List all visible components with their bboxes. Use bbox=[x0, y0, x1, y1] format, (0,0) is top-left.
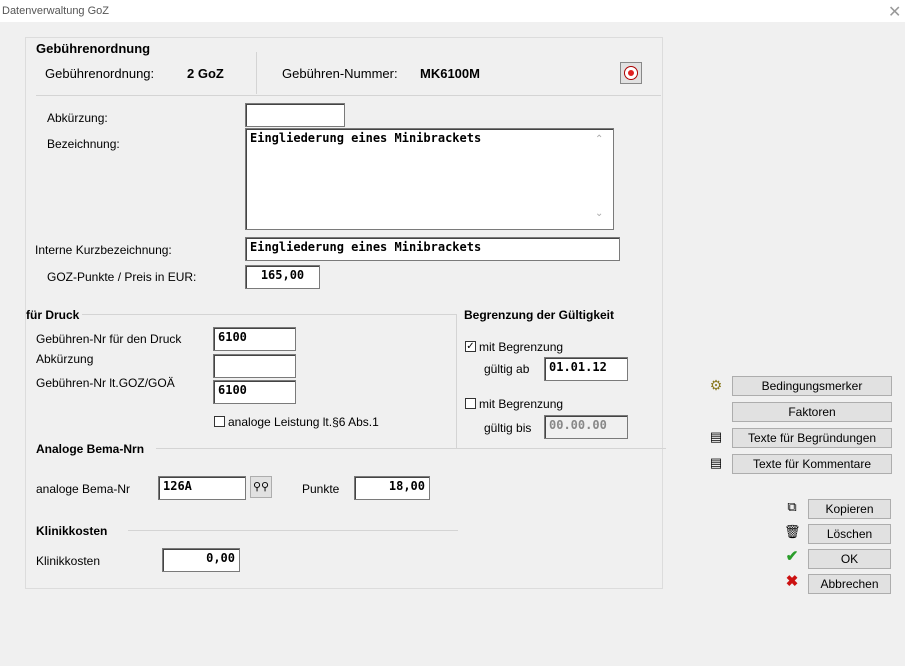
copy-icon: ⧉ bbox=[787, 499, 797, 514]
bema-punkte-label: Punkte bbox=[302, 482, 340, 496]
mit-begrenzung-ab-checkbox[interactable]: ✓ bbox=[465, 341, 476, 352]
gebuehren-nummer-value: MK6100M bbox=[420, 66, 480, 81]
bema-nr-label: analoge Bema-Nr bbox=[36, 482, 131, 496]
goz-goae-label: Gebühren-Nr lt.GOZ/GOÄ bbox=[36, 376, 175, 390]
bedingungsmerker-button[interactable]: Bedingungsmerker bbox=[732, 376, 892, 396]
loeschen-button[interactable]: Löschen bbox=[808, 524, 891, 544]
close-icon[interactable]: ✕ bbox=[888, 2, 901, 22]
bema-punkte-input[interactable]: 18,00 bbox=[354, 476, 430, 500]
kopieren-button[interactable]: Kopieren bbox=[808, 499, 891, 519]
gears-icon: ⚙ bbox=[709, 377, 723, 393]
section-title-druck: für Druck bbox=[26, 308, 80, 322]
bema-search-button[interactable]: ⚲⚲ bbox=[250, 476, 272, 498]
goz-punkte-label: GOZ-Punkte / Preis in EUR: bbox=[47, 270, 197, 284]
divider bbox=[156, 448, 456, 449]
section-title-klinik: Klinikkosten bbox=[36, 524, 108, 538]
bezeichnung-label: Bezeichnung: bbox=[47, 137, 120, 151]
binoculars-icon: ⚲⚲ bbox=[252, 481, 270, 493]
mit-begrenzung-ab-label: mit Begrenzung bbox=[479, 340, 564, 354]
divider bbox=[36, 95, 661, 96]
gebuehrenordnung-label: Gebührenordnung: bbox=[45, 66, 155, 81]
analoge-leistung-checkbox[interactable] bbox=[214, 416, 225, 427]
kommentare-button[interactable]: Texte für Kommentare bbox=[732, 454, 892, 474]
analoge-leistung-label: analoge Leistung lt.§6 Abs.1 bbox=[228, 415, 379, 429]
scroll-down-icon[interactable]: ⌄ bbox=[595, 208, 603, 219]
begruendungen-button[interactable]: Texte für Begründungen bbox=[732, 428, 892, 448]
cancel-icon: ✖ bbox=[785, 573, 799, 590]
document-icon: ▤ bbox=[709, 455, 723, 470]
divider bbox=[456, 314, 457, 449]
divider bbox=[456, 448, 666, 449]
goz-punkte-input[interactable]: 165,00 bbox=[245, 265, 320, 289]
ok-button[interactable]: OK bbox=[808, 549, 891, 569]
mit-begrenzung-bis-label: mit Begrenzung bbox=[479, 397, 564, 411]
section-title-gueltigkeit: Begrenzung der Gültigkeit bbox=[464, 308, 615, 322]
section-title-bema: Analoge Bema-Nrn bbox=[36, 442, 145, 456]
checkmark-icon: ✔ bbox=[785, 548, 799, 565]
scroll-up-icon[interactable]: ⌃ bbox=[595, 134, 603, 145]
document-icon: ▤ bbox=[709, 429, 723, 444]
bema-nr-input[interactable]: 126A bbox=[158, 476, 246, 500]
divider bbox=[256, 52, 257, 94]
section-title-gebuehrenordnung: Gebührenordnung bbox=[36, 41, 151, 56]
trash-icon: 🗑 bbox=[784, 524, 801, 539]
kurzbezeichnung-label: Interne Kurzbezeichnung: bbox=[35, 243, 172, 257]
bezeichnung-textarea[interactable]: Eingliederung eines Minibrackets bbox=[245, 128, 614, 230]
druck-nr-label: Gebühren-Nr für den Druck bbox=[36, 332, 182, 346]
title-bar bbox=[0, 0, 905, 22]
druck-abk-label: Abkürzung bbox=[36, 352, 94, 366]
gueltig-bis-label: gültig bis bbox=[484, 421, 532, 435]
gueltig-ab-label: gültig ab bbox=[484, 362, 530, 376]
klinikkosten-input[interactable]: 0,00 bbox=[162, 548, 240, 572]
goz-goae-input[interactable]: 6100 bbox=[213, 380, 296, 404]
record-button[interactable] bbox=[620, 62, 642, 84]
klinikkosten-label: Klinikkosten bbox=[36, 554, 101, 568]
abbrechen-button[interactable]: Abbrechen bbox=[808, 574, 891, 594]
mit-begrenzung-bis-checkbox[interactable] bbox=[465, 398, 476, 409]
divider bbox=[82, 314, 456, 315]
abkuerzung-label: Abkürzung: bbox=[47, 111, 108, 125]
druck-nr-input[interactable]: 6100 bbox=[213, 327, 296, 351]
divider bbox=[128, 530, 458, 531]
druck-abk-input[interactable] bbox=[213, 354, 296, 378]
faktoren-button[interactable]: Faktoren bbox=[732, 402, 892, 422]
gueltig-ab-input[interactable]: 01.01.12 bbox=[544, 357, 628, 381]
gebuehrenordnung-value: 2 GoZ bbox=[187, 66, 224, 81]
abkuerzung-input[interactable] bbox=[245, 103, 345, 127]
record-icon bbox=[625, 67, 637, 79]
kurzbezeichnung-input[interactable]: Eingliederung eines Minibrackets bbox=[245, 237, 620, 261]
gueltig-bis-input[interactable]: 00.00.00 bbox=[544, 415, 628, 439]
gebuehren-nummer-label: Gebühren-Nummer: bbox=[282, 66, 398, 81]
window-title: Datenverwaltung GoZ bbox=[2, 5, 109, 17]
